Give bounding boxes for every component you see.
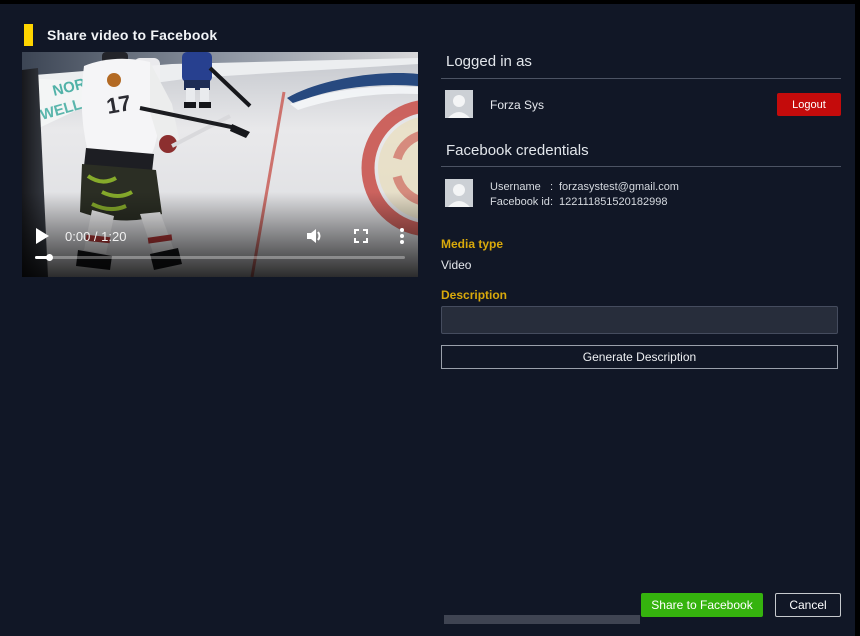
right-panel: Logged in as Forza Sys Logout Facebook c… bbox=[441, 4, 841, 636]
logged-in-heading: Logged in as bbox=[446, 53, 532, 70]
person-icon bbox=[445, 179, 473, 207]
more-options-icon bbox=[400, 228, 404, 244]
description-input[interactable] bbox=[441, 306, 838, 334]
facebook-credentials-heading: Facebook credentials bbox=[446, 142, 589, 159]
app-window: Share video to Facebook bbox=[0, 4, 855, 636]
horizontal-scrollbar-thumb[interactable] bbox=[444, 615, 640, 624]
divider bbox=[441, 166, 841, 167]
play-button[interactable] bbox=[36, 228, 49, 244]
page-header: Share video to Facebook bbox=[24, 24, 217, 46]
video-progress-bar[interactable] bbox=[35, 256, 405, 259]
generate-description-button[interactable]: Generate Description bbox=[441, 345, 838, 369]
jersey-number: 17 bbox=[105, 90, 133, 119]
volume-icon bbox=[306, 228, 324, 244]
video-progress-knob[interactable] bbox=[46, 254, 53, 261]
person-icon bbox=[445, 90, 473, 118]
fullscreen-icon bbox=[354, 229, 368, 243]
divider bbox=[441, 78, 841, 79]
fullscreen-button[interactable] bbox=[354, 229, 368, 243]
video-controls-bar: 0:00 / 1:20 bbox=[22, 220, 418, 252]
media-type-label: Media type bbox=[441, 237, 503, 251]
username-value: forzasystest@gmail.com bbox=[559, 180, 679, 195]
credentials-avatar bbox=[445, 179, 473, 207]
credentials-rows: Username : forzasystest@gmail.com Facebo… bbox=[490, 180, 679, 210]
user-avatar bbox=[445, 90, 473, 118]
separator: : bbox=[550, 195, 559, 210]
media-type-value: Video bbox=[441, 258, 471, 272]
title-accent-bar bbox=[24, 24, 33, 46]
username-label: Username bbox=[490, 180, 550, 195]
more-options-button[interactable] bbox=[400, 228, 404, 244]
window-edge bbox=[855, 0, 860, 636]
separator: : bbox=[550, 180, 559, 195]
time-display: 0:00 / 1:20 bbox=[65, 229, 126, 244]
user-name: Forza Sys bbox=[490, 98, 544, 112]
share-to-facebook-button[interactable]: Share to Facebook bbox=[641, 593, 763, 617]
logout-button[interactable]: Logout bbox=[777, 93, 841, 116]
credential-row-facebook-id: Facebook id : 122111851520182998 bbox=[490, 195, 679, 210]
page-title: Share video to Facebook bbox=[47, 27, 217, 43]
cancel-button[interactable]: Cancel bbox=[775, 593, 841, 617]
play-icon bbox=[36, 228, 49, 244]
facebook-id-label: Facebook id bbox=[490, 195, 550, 210]
facebook-id-value: 122111851520182998 bbox=[559, 195, 668, 210]
description-label: Description bbox=[441, 288, 507, 302]
video-player[interactable]: NORDIC WELL bbox=[22, 52, 418, 277]
mute-button[interactable] bbox=[306, 228, 324, 244]
credential-row-username: Username : forzasystest@gmail.com bbox=[490, 180, 679, 195]
